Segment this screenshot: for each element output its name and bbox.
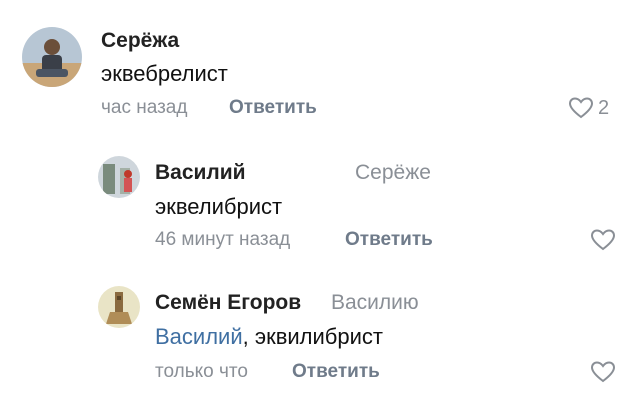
avatar[interactable] xyxy=(98,156,140,198)
comment-text: Василий, эквилибрист xyxy=(155,324,383,350)
reply-button[interactable]: Ответить xyxy=(345,229,433,251)
like-button[interactable] xyxy=(590,228,616,252)
like-button[interactable] xyxy=(590,360,616,384)
comment-text: эквелибрист xyxy=(155,194,283,219)
comment-item: Семён Егоров Василию Василий, эквилибрис… xyxy=(0,270,640,409)
heart-outline-icon xyxy=(568,97,594,119)
reply-button[interactable]: Ответить xyxy=(229,97,317,119)
comments-thread: Серёжа эквебрелист час назад Ответить 2 … xyxy=(0,0,640,409)
comment-author[interactable]: Серёжа xyxy=(101,29,179,53)
avatar[interactable] xyxy=(22,27,82,87)
avatar-photo xyxy=(98,286,140,328)
avatar-photo xyxy=(22,27,82,87)
mention-link[interactable]: Василий xyxy=(155,324,243,349)
comment-item: Серёжа эквебрелист час назад Ответить 2 xyxy=(0,0,640,130)
reply-to-label[interactable]: Василию xyxy=(331,291,419,315)
avatar[interactable] xyxy=(98,286,140,328)
comment-author[interactable]: Семён Егоров xyxy=(155,291,301,315)
comment-text: эквебрелист xyxy=(101,61,228,86)
comment-time: 46 минут назад xyxy=(155,229,291,250)
reply-button[interactable]: Ответить xyxy=(292,361,380,383)
like-count: 2 xyxy=(598,96,610,119)
comment-time: час назад xyxy=(101,97,188,118)
comment-author[interactable]: Василий xyxy=(155,161,246,185)
avatar-photo xyxy=(98,156,140,198)
comment-text-body: , эквилибрист xyxy=(242,324,384,349)
reply-to-label[interactable]: Серёже xyxy=(355,161,431,185)
comment-item: Василий Серёже эквелибрист 46 минут наза… xyxy=(0,140,640,270)
heart-outline-icon xyxy=(590,229,616,251)
like-button[interactable]: 2 xyxy=(568,96,609,120)
heart-outline-icon xyxy=(590,361,616,383)
comment-time: только что xyxy=(155,361,248,382)
